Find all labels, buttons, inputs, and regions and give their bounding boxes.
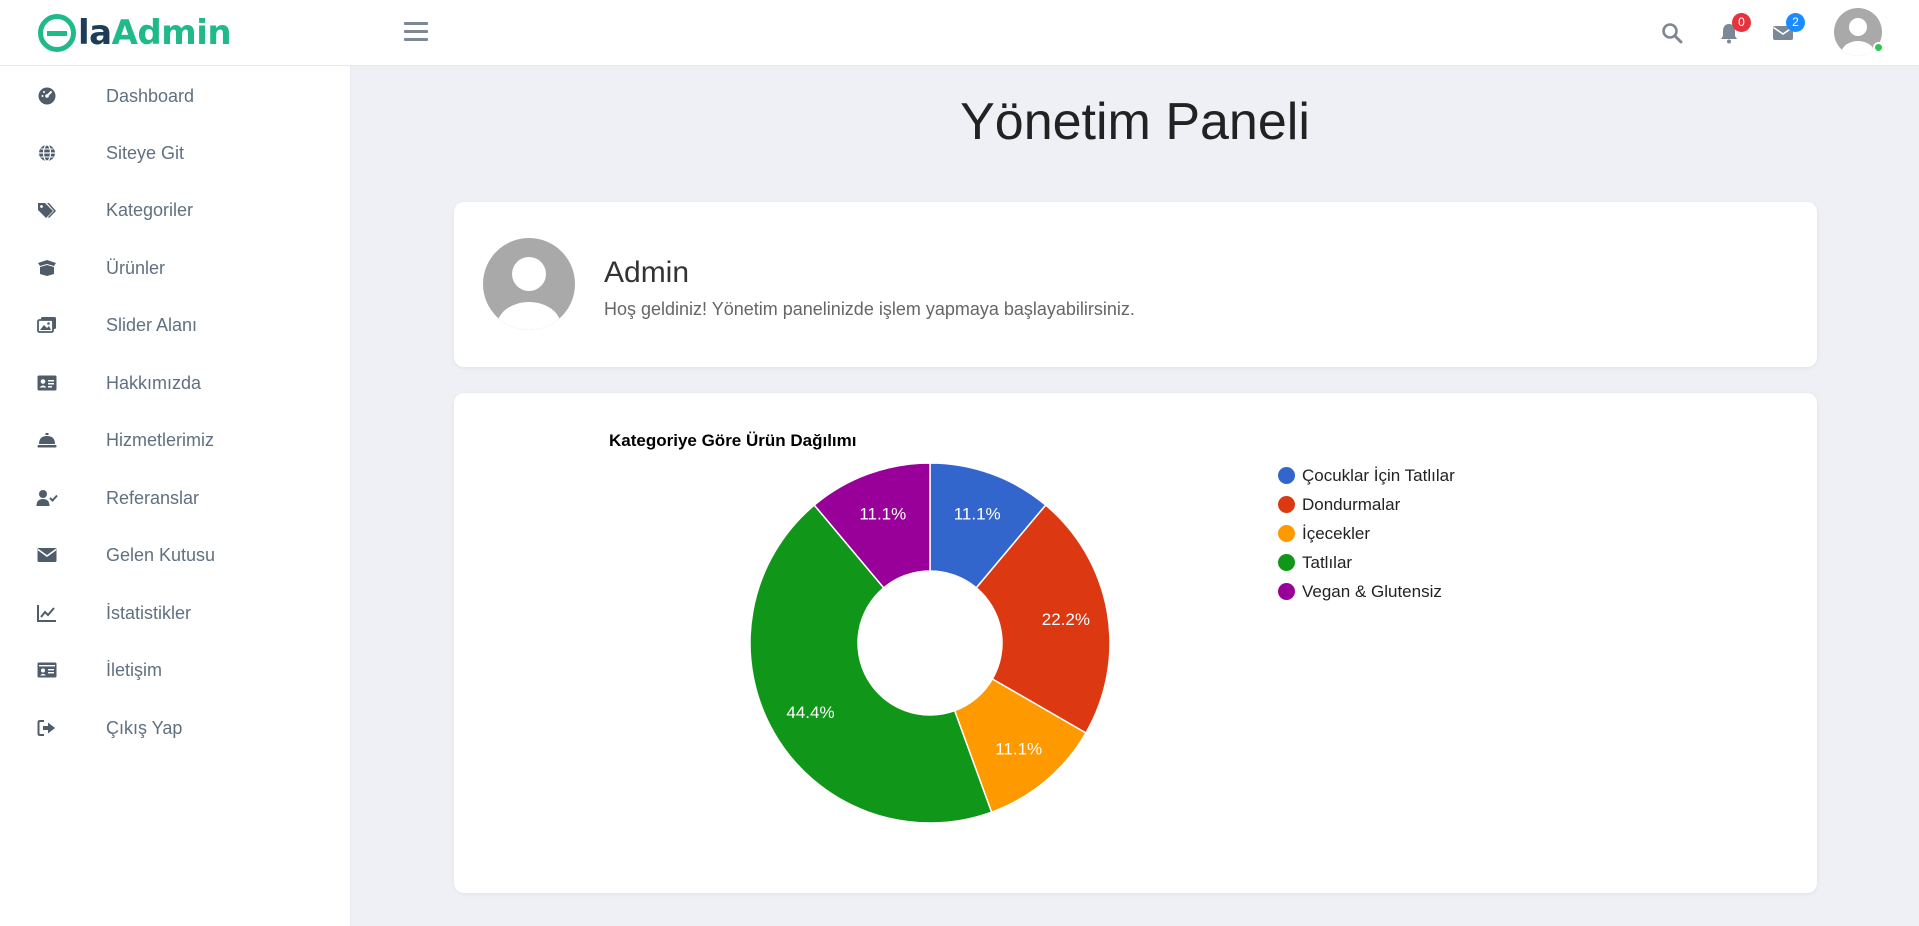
sidebar-item-label: Ürünler: [106, 257, 166, 278]
sidebar-item-label: Kategoriler: [106, 199, 194, 220]
sidebar: Dashboard Siteye Git Kategoriler Ürünler…: [0, 66, 351, 926]
logo-text-admin: Admin: [111, 13, 232, 53]
admin-avatar: [483, 238, 575, 330]
pie-slice-label-3: 11.1%: [995, 740, 1042, 759]
notification-bell-icon[interactable]: 0: [1713, 13, 1751, 49]
sidebar-item-hizmetlerimiz[interactable]: Hizmetlerimiz: [0, 418, 351, 462]
legend-label: İçecekler: [1302, 523, 1371, 543]
box-open-icon: [36, 257, 58, 279]
sidebar-item-label: Hizmetlerimiz: [106, 429, 214, 450]
welcome-name: Admin: [604, 256, 690, 289]
legend-item[interactable]: Çocuklar İçin Tatlılar: [1278, 461, 1455, 490]
logo-text-la: la: [78, 13, 112, 53]
sidebar-item-siteye-git[interactable]: Siteye Git: [0, 131, 351, 175]
tags-icon: [36, 199, 58, 221]
sign-out-icon: [36, 717, 58, 739]
logo[interactable]: laAdmin: [38, 12, 232, 54]
chart-legend: Çocuklar İçin Tatlılar Dondurmalar İçecekl…: [1278, 461, 1455, 606]
pie-chart: 11.1% 22.2% 11.1% 44.4% 11.1%: [749, 462, 1111, 824]
user-check-icon: [36, 487, 58, 509]
sidebar-item-slider-alani[interactable]: Slider Alanı: [0, 303, 351, 347]
logo-e-mark: [38, 14, 76, 52]
legend-color-dot: [1278, 554, 1295, 571]
legend-color-dot: [1278, 583, 1295, 600]
notification-count-badge: 0: [1732, 13, 1751, 32]
sidebar-item-label: Hakkımızda: [106, 372, 202, 393]
legend-color-dot: [1278, 496, 1295, 513]
dashboard-icon: [36, 85, 58, 107]
legend-label: Tatlılar: [1302, 552, 1353, 572]
message-count-badge: 2: [1786, 13, 1805, 32]
sidebar-item-label: İstatistikler: [106, 602, 192, 623]
sidebar-item-istatistikler[interactable]: İstatistikler: [0, 591, 351, 635]
sidebar-item-dashboard[interactable]: Dashboard: [0, 74, 351, 118]
menu-toggle-icon[interactable]: [404, 22, 428, 42]
sidebar-item-label: Çıkış Yap: [106, 717, 183, 738]
envelope-icon[interactable]: 2: [1767, 13, 1805, 49]
legend-label: Dondurmalar: [1302, 494, 1401, 514]
sidebar-item-label: Gelen Kutusu: [106, 544, 216, 565]
sidebar-item-cikis-yap[interactable]: Çıkış Yap: [0, 706, 351, 750]
sidebar-item-label: Siteye Git: [106, 142, 185, 163]
id-card-icon: [36, 372, 58, 394]
page-title: Yönetim Paneli: [960, 93, 1310, 151]
sidebar-item-label: Referanslar: [106, 487, 200, 508]
legend-item[interactable]: Vegan & Glutensiz: [1278, 577, 1455, 606]
legend-color-dot: [1278, 467, 1295, 484]
sidebar-item-urunler[interactable]: Ürünler: [0, 246, 351, 290]
sidebar-item-hakkimizda[interactable]: Hakkımızda: [0, 361, 351, 405]
online-status-dot: [1873, 42, 1884, 53]
address-card-icon: [36, 659, 58, 681]
pie-slice-label-5: 11.1%: [859, 504, 906, 523]
legend-item[interactable]: Dondurmalar: [1278, 490, 1455, 519]
sidebar-item-label: İletişim: [106, 659, 163, 680]
legend-label: Vegan & Glutensiz: [1302, 581, 1442, 601]
pie-slice-label-2: 22.2%: [1042, 610, 1090, 629]
legend-label: Çocuklar İçin Tatlılar: [1302, 465, 1455, 485]
chart-card: Kategoriye Göre Ürün Dağılımı 11.1% 22.2%…: [454, 393, 1817, 893]
globe-icon: [36, 142, 58, 164]
sidebar-item-iletisim[interactable]: İletişim: [0, 648, 351, 692]
images-icon: [36, 314, 58, 336]
legend-item[interactable]: Tatlılar: [1278, 548, 1455, 577]
legend-item[interactable]: İçecekler: [1278, 519, 1455, 548]
search-icon[interactable]: [1656, 17, 1688, 49]
sidebar-item-referanslar[interactable]: Referanslar: [0, 476, 351, 520]
pie-slice-label-1: 11.1%: [954, 504, 1001, 523]
top-header: laAdmin 0 2: [0, 0, 1919, 66]
sidebar-item-gelen-kutusu[interactable]: Gelen Kutusu: [0, 533, 351, 577]
welcome-card: Admin Hoş geldiniz! Yönetim panelinizde …: [454, 202, 1817, 367]
legend-color-dot: [1278, 525, 1295, 542]
sidebar-item-kategoriler[interactable]: Kategoriler: [0, 188, 351, 232]
pie-slice-label-4: 44.4%: [786, 703, 834, 722]
envelope-icon: [36, 544, 58, 566]
sidebar-item-label: Dashboard: [106, 85, 195, 106]
sidebar-item-label: Slider Alanı: [106, 314, 198, 335]
welcome-message: Hoş geldiniz! Yönetim panelinizde işlem …: [604, 299, 1135, 319]
concierge-bell-icon: [36, 429, 58, 451]
chart-line-icon: [36, 602, 58, 624]
